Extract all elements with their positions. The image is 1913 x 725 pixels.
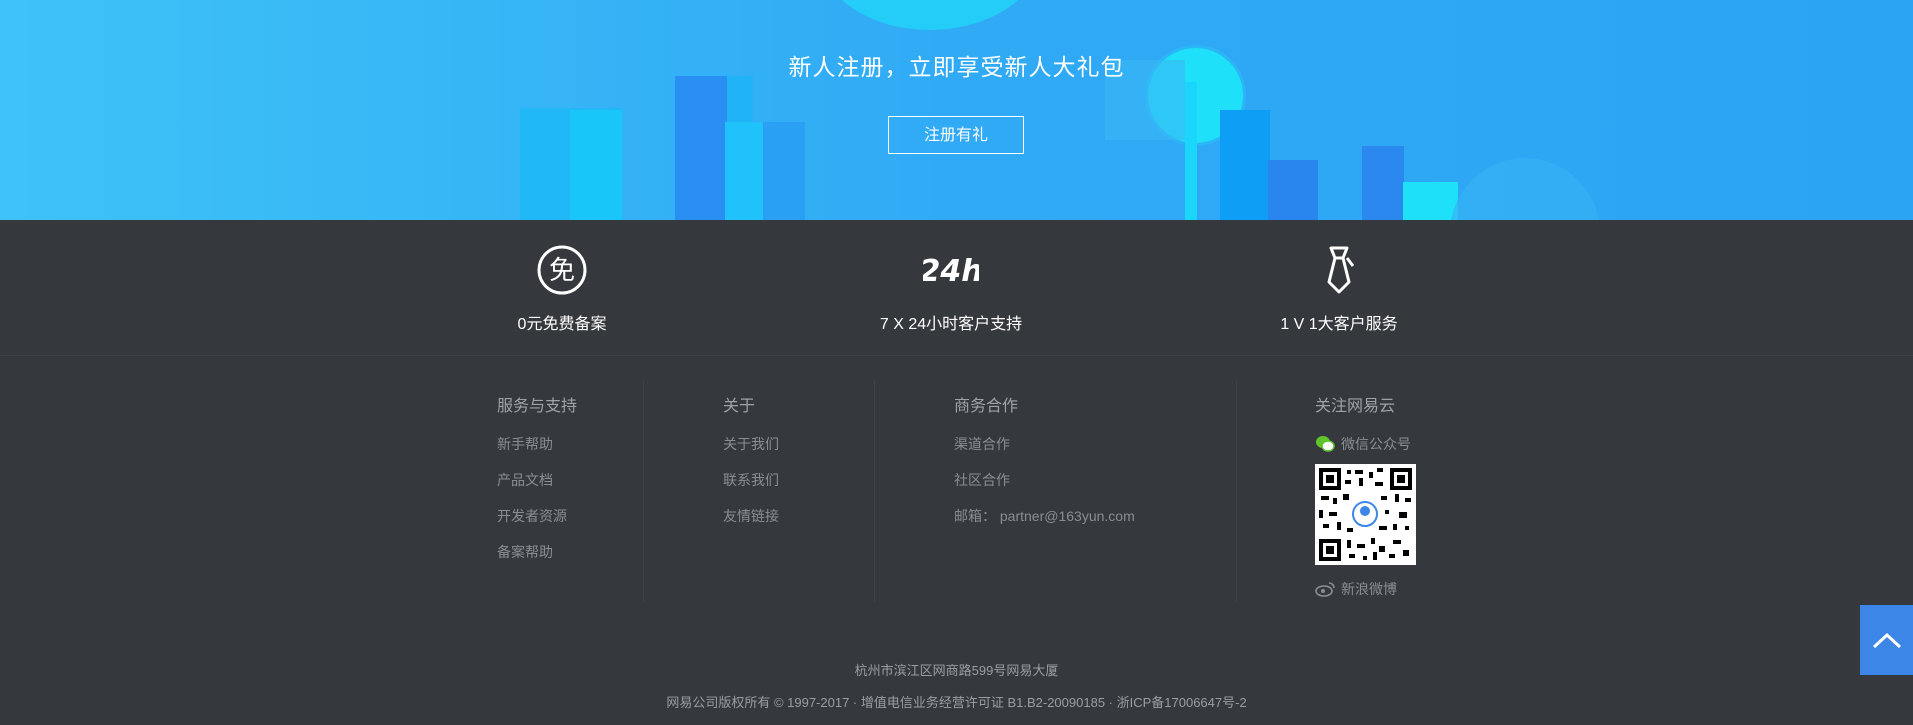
banner-building-decoration: [1362, 146, 1404, 220]
feature-label: 7 X 24小时客户支持: [879, 316, 1023, 333]
column-business: 商务合作 渠道合作 社区合作 邮箱： partner@163yun.com: [954, 380, 1135, 600]
chevron-up-icon: [1871, 630, 1903, 650]
banner-title: 新人注册，立即享受新人大礼包: [788, 54, 1125, 80]
svg-text:24h: 24h: [923, 254, 979, 289]
banner-building-decoration: [763, 122, 805, 220]
column-service: 服务与支持 新手帮助 产品文档 开发者资源 备案帮助: [497, 380, 577, 600]
wechat-qr-code: [1315, 464, 1416, 565]
banner-building-decoration: [1403, 182, 1458, 220]
tie-icon: [1311, 242, 1367, 298]
back-to-top-button[interactable]: [1860, 605, 1913, 675]
register-banner: 新人注册，立即享受新人大礼包 注册有礼: [0, 0, 1913, 220]
column-title: 服务与支持: [497, 398, 578, 415]
wechat-link[interactable]: 微信公众号: [1315, 434, 1416, 454]
company-address: 杭州市滨江区网商路599号网易大厦: [854, 663, 1059, 678]
feature-strip: 免 0元免费备案 24h 7 X 24小时客户支持 1 V 1大客户服务: [0, 220, 1913, 356]
column-divider: [643, 380, 644, 602]
feature-24h-support: 24h 7 X 24小时客户支持: [841, 242, 1061, 334]
column-divider: [1236, 380, 1237, 602]
column-divider: [874, 380, 875, 602]
banner-circle-decoration: [1450, 158, 1600, 220]
banner-building-decoration: [725, 122, 765, 220]
feature-label: 1 V 1大客户服务: [1280, 316, 1398, 333]
link-channel-partner[interactable]: 渠道合作: [954, 434, 1135, 454]
column-about: 关于 关于我们 联系我们 友情链接: [723, 380, 779, 600]
feature-free-filing: 免 0元免费备案: [452, 242, 672, 334]
copyright-text: 网易公司版权所有 © 1997-2017 · 增值电信业务经营许可证 B1.B2…: [666, 695, 1247, 710]
banner-building-decoration: [1268, 160, 1318, 220]
column-title: 关注网易云: [1315, 398, 1396, 415]
partner-email[interactable]: 邮箱： partner@163yun.com: [954, 506, 1135, 526]
feature-vip-service: 1 V 1大客户服务: [1229, 242, 1449, 334]
weibo-label: 新浪微博: [1341, 581, 1397, 597]
link-filing-help[interactable]: 备案帮助: [497, 542, 577, 562]
column-title: 关于: [723, 398, 756, 415]
24h-icon: 24h: [923, 242, 979, 298]
link-developer-resources[interactable]: 开发者资源: [497, 506, 577, 526]
link-about-us[interactable]: 关于我们: [723, 434, 779, 454]
banner-building-decoration: [675, 76, 727, 220]
banner-building-decoration: [570, 110, 622, 220]
banner-building-decoration: [1220, 110, 1270, 220]
link-newbie-help[interactable]: 新手帮助: [497, 434, 577, 454]
register-gift-button[interactable]: 注册有礼: [888, 116, 1024, 154]
wechat-label: 微信公众号: [1341, 436, 1411, 452]
link-product-docs[interactable]: 产品文档: [497, 470, 577, 490]
weibo-icon: [1315, 581, 1335, 597]
link-friend-links[interactable]: 友情链接: [723, 506, 779, 526]
column-follow: 关注网易云 微信公众号 新浪微博: [1315, 380, 1416, 600]
link-contact-us[interactable]: 联系我们: [723, 470, 779, 490]
weibo-link[interactable]: 新浪微博: [1315, 579, 1416, 599]
svg-text:免: 免: [549, 256, 575, 286]
banner-building-decoration: [1185, 82, 1197, 220]
banner-circle-decoration: [820, 0, 1040, 30]
feature-label: 0元免费备案: [517, 316, 607, 333]
column-title: 商务合作: [954, 398, 1019, 415]
link-community-partner[interactable]: 社区合作: [954, 470, 1135, 490]
wechat-icon: [1315, 435, 1335, 453]
footer-links: 服务与支持 新手帮助 产品文档 开发者资源 备案帮助 关于 关于我们 联系我们 …: [0, 380, 1913, 602]
free-icon: 免: [534, 242, 590, 298]
